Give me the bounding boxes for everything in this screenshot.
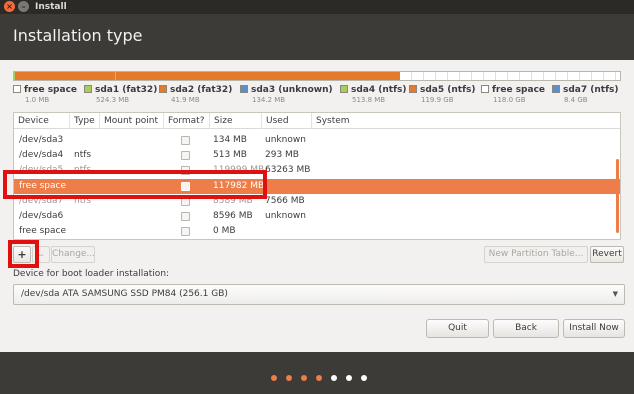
cell-size: 513 MB (213, 150, 247, 160)
close-icon[interactable]: × (4, 1, 15, 12)
legend-item: sda5 (ntfs) 119.9 GB (409, 85, 476, 104)
cell-used: unknown (265, 211, 306, 221)
chevron-down-icon: ▼ (612, 290, 618, 298)
legend-size: 524.3 MB (96, 96, 130, 104)
cell-device: free space (19, 226, 67, 236)
legend-swatch (409, 85, 417, 93)
legend-item: sda3 (unknown) 134.2 MB (240, 85, 333, 104)
boot-loader-select[interactable]: /dev/sda ATA SAMSUNG SSD PM84 (256.1 GB)… (13, 284, 625, 305)
change-partition-button[interactable]: Change... (51, 246, 95, 263)
legend-size: 1.0 MB (25, 96, 50, 104)
legend-item: sda7 (ntfs) 8.4 GB (552, 85, 619, 104)
progress-dot (316, 375, 322, 381)
cell-device: /dev/sda4 (19, 150, 64, 160)
format-checkbox[interactable] (181, 136, 190, 145)
boot-loader-label: Device for boot loader installation: (13, 269, 170, 279)
partition-segment-free-space (400, 72, 620, 80)
legend-name: sda5 (ntfs) (420, 85, 476, 95)
legend-item: sda4 (ntfs) 513.8 MB (340, 85, 407, 104)
title-bar: × – Install (0, 0, 634, 14)
minimize-icon[interactable]: – (18, 1, 29, 12)
legend-item: sda2 (fat32) 41.9 MB (159, 85, 233, 104)
legend-name: sda3 (unknown) (251, 85, 333, 95)
legend-swatch (481, 85, 489, 93)
table-row[interactable]: /dev/sda3 134 MB unknown (14, 133, 620, 148)
legend-name: sda2 (fat32) (170, 85, 233, 95)
legend-swatch (13, 85, 21, 93)
legend-name: sda7 (ntfs) (563, 85, 619, 95)
revert-button[interactable]: Revert (590, 246, 624, 263)
window-title: Install (35, 2, 67, 12)
column-header-format[interactable]: Format? (164, 113, 210, 129)
legend-item: free space 1.0 MB (13, 85, 78, 104)
progress-dot (361, 375, 367, 381)
install-now-button[interactable]: Install Now (563, 319, 625, 338)
new-partition-table-button[interactable]: New Partition Table... (484, 246, 588, 263)
cell-used: unknown (265, 135, 306, 145)
legend-size: 41.9 MB (171, 96, 200, 104)
partition-segment-sda2 (15, 72, 115, 80)
partition-toolbar: + – Change... New Partition Table... Rev… (13, 246, 624, 264)
column-header-type[interactable]: Type (70, 113, 100, 129)
table-row[interactable]: /dev/sda4 ntfs 513 MB 293 MB (14, 148, 620, 163)
cell-device: /dev/sda3 (19, 135, 64, 145)
cell-device: /dev/sda6 (19, 211, 64, 221)
legend-size: 119.9 GB (421, 96, 454, 104)
progress-dot (301, 375, 307, 381)
progress-dot (271, 375, 277, 381)
partition-legend: free space 1.0 MB sda1 (fat32) 524.3 MB sda2… (13, 85, 634, 107)
footer (0, 352, 634, 394)
column-header-mount-point[interactable]: Mount point (100, 113, 164, 129)
partition-usage-bar (13, 71, 621, 81)
legend-size: 118.0 GB (493, 96, 526, 104)
legend-swatch (159, 85, 167, 93)
format-checkbox[interactable] (181, 227, 190, 236)
legend-name: free space (24, 85, 78, 95)
main-content: free space 1.0 MB sda1 (fat32) 524.3 MB sda2… (0, 60, 634, 352)
legend-item: free space 118.0 GB (481, 85, 546, 104)
cell-used: 293 MB (265, 150, 299, 160)
legend-swatch (552, 85, 560, 93)
legend-name: sda1 (fat32) (95, 85, 158, 95)
progress-dot (286, 375, 292, 381)
legend-size: 134.2 MB (252, 96, 286, 104)
progress-dot (331, 375, 337, 381)
back-button[interactable]: Back (493, 319, 559, 338)
legend-name: free space (492, 85, 546, 95)
legend-swatch (84, 85, 92, 93)
table-row[interactable]: /dev/sda6 8596 MB unknown (14, 209, 620, 224)
table-row[interactable]: free space 0 MB (14, 224, 620, 239)
format-checkbox[interactable] (181, 212, 190, 221)
cell-used: 63263 MB (265, 165, 311, 175)
cell-size: 134 MB (213, 135, 247, 145)
legend-name: sda4 (ntfs) (351, 85, 407, 95)
column-header-system[interactable]: System (312, 113, 620, 129)
column-header-device[interactable]: Device (14, 113, 70, 129)
cell-size: 0 MB (213, 226, 236, 236)
legend-swatch (340, 85, 348, 93)
highlight-free-space-row (3, 170, 267, 199)
quit-button[interactable]: Quit (426, 319, 489, 338)
highlight-add-button (8, 240, 39, 268)
page-header: Installation type (0, 14, 634, 60)
format-checkbox[interactable] (181, 151, 190, 160)
column-header-size[interactable]: Size (210, 113, 262, 129)
cell-size: 8596 MB (213, 211, 253, 221)
table-scrollbar[interactable] (616, 159, 619, 233)
column-header-used[interactable]: Used (262, 113, 312, 129)
table-header: Device Type Mount point Format? Size Use… (14, 113, 620, 129)
legend-swatch (240, 85, 248, 93)
legend-item: sda1 (fat32) 524.3 MB (84, 85, 158, 104)
partition-segment-sda5 (116, 72, 400, 80)
progress-dot (346, 375, 352, 381)
legend-size: 513.8 MB (352, 96, 386, 104)
page-title: Installation type (13, 26, 143, 45)
legend-size: 8.4 GB (564, 96, 588, 104)
boot-loader-value: /dev/sda ATA SAMSUNG SSD PM84 (256.1 GB) (21, 289, 228, 299)
cell-used: 7566 MB (265, 196, 305, 206)
cell-type: ntfs (74, 150, 92, 160)
